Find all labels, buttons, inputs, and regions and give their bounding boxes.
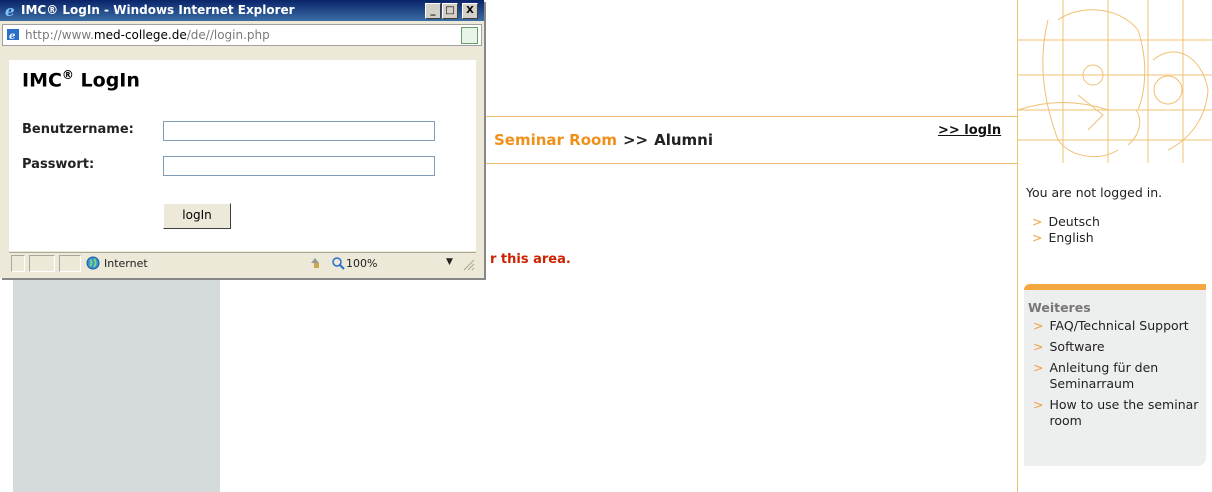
breadcrumb: Seminar Room >> Alumni [494,131,713,149]
window-titlebar[interactable]: e IMC® LogIn - Windows Internet Explorer… [0,0,484,21]
status-bar: Internet 100% ▼ [9,252,476,275]
status-cell [11,255,25,272]
window-title: IMC® LogIn - Windows Internet Explorer [21,3,295,17]
status-cell [59,255,81,272]
more-link-how-to[interactable]: > How to use the seminar room [1033,397,1206,429]
protected-mode-icon[interactable] [308,256,322,270]
language-list: > Deutsch > English [1032,214,1100,246]
ie-logo-icon: e [5,3,15,18]
maximize-button[interactable]: □ [442,3,458,19]
arrow-bullet-icon: > [1033,318,1044,333]
login-content: IMC® LogIn Benutzername: Passwort: logIn [9,60,476,251]
chevron-down-icon[interactable]: ▼ [446,257,453,267]
status-cell [29,255,55,272]
left-sidebar-panel [13,270,220,492]
more-link-faq[interactable]: > FAQ/Technical Support [1033,318,1206,334]
arrow-bullet-icon: > [1032,230,1043,245]
rss-feed-icon[interactable] [461,27,478,44]
password-field[interactable] [163,156,435,176]
anatomy-sketch-illustration [1018,0,1212,163]
more-links-heading: Weiteres [1028,300,1091,315]
password-label: Passwort: [22,157,95,172]
resize-grip-icon[interactable] [461,257,475,271]
login-heading: IMC® LogIn [22,68,140,92]
breadcrumb-seminar-room[interactable]: Seminar Room [494,131,617,149]
ie-popup-window: e IMC® LogIn - Windows Internet Explorer… [0,0,484,278]
page-icon: e [7,29,19,41]
username-label: Benutzername: [22,122,134,137]
access-error-message: r this area. [490,252,571,267]
login-status-text: You are not logged in. [1026,185,1163,200]
security-zone-label: Internet [104,257,148,270]
svg-text:e: e [9,31,15,41]
close-button[interactable]: X [462,3,478,19]
arrow-bullet-icon: > [1033,339,1044,354]
language-label: English [1048,230,1094,245]
arrow-bullet-icon: > [1032,214,1043,229]
language-item-deutsch[interactable]: > Deutsch [1032,214,1100,230]
svg-text:e: e [5,3,15,18]
login-button[interactable]: logIn [163,203,231,229]
breadcrumb-separator: >> [622,131,649,149]
more-link-label: Software [1049,339,1105,354]
breadcrumb-current: Alumni [654,131,713,149]
address-url: http://www.med-college.de/de//login.php [25,28,270,42]
more-link-label: How to use the seminar room [1049,397,1199,428]
username-field[interactable] [163,121,435,141]
globe-icon [86,256,100,270]
more-link-label: Anleitung für den Seminarraum [1049,360,1159,391]
zoom-level[interactable]: 100% [346,257,377,270]
arrow-bullet-icon: > [1033,397,1044,412]
header-top-rule [484,116,1018,117]
login-link[interactable]: >> logIn [938,123,1001,138]
address-bar[interactable]: e http://www.med-college.de/de//login.ph… [2,24,482,46]
more-link-anleitung[interactable]: > Anleitung für den Seminarraum [1033,360,1206,392]
more-link-label: FAQ/Technical Support [1049,318,1189,333]
language-label: Deutsch [1048,214,1100,229]
arrow-bullet-icon: > [1033,360,1044,375]
language-item-english[interactable]: > English [1032,230,1100,246]
minimize-button[interactable]: _ [425,3,441,19]
header-bottom-rule [484,163,1018,164]
more-link-software[interactable]: > Software [1033,339,1206,355]
zoom-icon[interactable] [331,256,345,270]
more-links-panel: Weiteres > FAQ/Technical Support > Softwar… [1024,284,1206,466]
